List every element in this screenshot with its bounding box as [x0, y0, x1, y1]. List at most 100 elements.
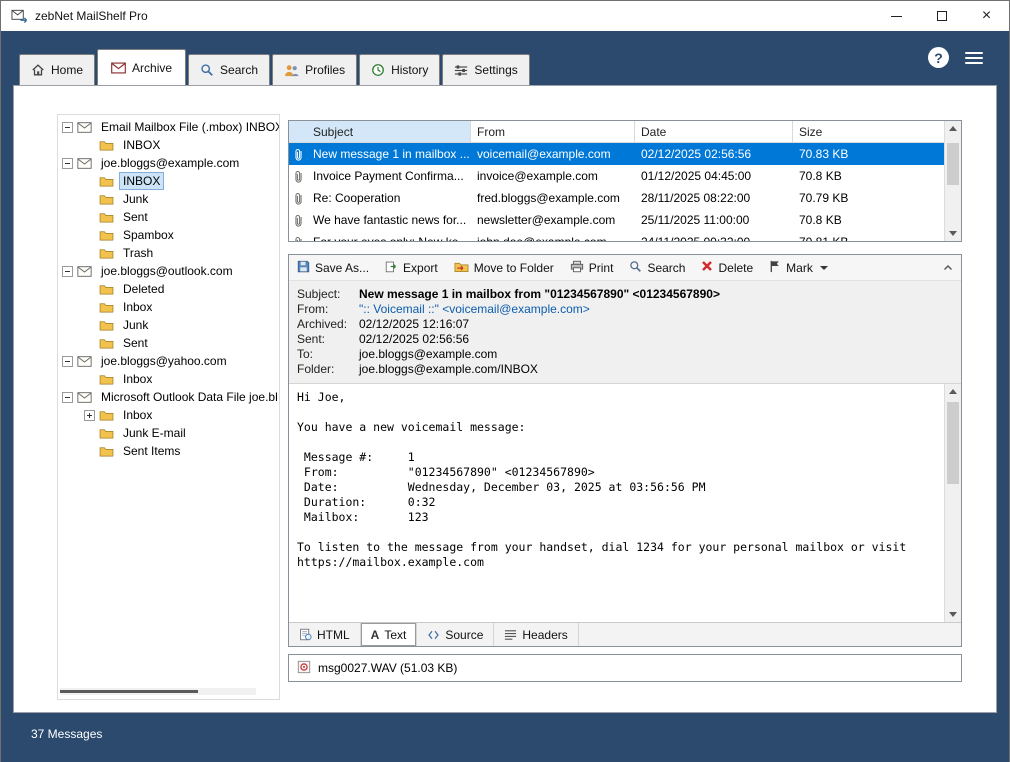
tree-folder-item[interactable]: Sent: [62, 334, 279, 352]
profiles-icon: [284, 64, 299, 77]
menu-button[interactable]: [965, 49, 983, 67]
scrollbar-thumb[interactable]: [947, 143, 959, 185]
message-date: 01/12/2025 04:45:00: [635, 169, 793, 183]
collapse-preview-button[interactable]: [943, 264, 953, 272]
tree-account-item[interactable]: joe.bloggs@outlook.com: [62, 262, 279, 280]
tab-archive-label: Archive: [132, 61, 172, 75]
collapse-box-icon[interactable]: [62, 356, 73, 367]
maximize-button[interactable]: [919, 1, 964, 31]
print-button[interactable]: Print: [570, 260, 614, 276]
tree-folder-item[interactable]: Spambox: [62, 226, 279, 244]
history-clock-icon: [371, 63, 385, 77]
close-button[interactable]: ×: [964, 1, 1009, 31]
tree-item-label: Trash: [119, 244, 157, 262]
delete-label: Delete: [718, 261, 753, 275]
hamburger-icon: [965, 52, 983, 54]
tree-item-label: Email Mailbox File (.mbox) INBOX: [97, 118, 280, 136]
tree-folder-item[interactable]: INBOX: [62, 136, 279, 154]
mail-account-icon: [77, 122, 94, 133]
message-list-main: Subject From Date Size New message 1 in …: [289, 121, 944, 241]
column-header-date[interactable]: Date: [635, 121, 793, 142]
collapse-box-icon[interactable]: [62, 122, 73, 133]
move-to-folder-button[interactable]: Move to Folder: [454, 260, 554, 276]
view-tab-source[interactable]: Source: [417, 623, 494, 646]
tree-folder-item[interactable]: Deleted: [62, 280, 279, 298]
tab-search[interactable]: Search: [188, 54, 270, 85]
titlebar: zebNet MailShelf Pro ×: [1, 1, 1009, 31]
folder-icon: [99, 211, 116, 223]
tab-profiles[interactable]: Profiles: [272, 54, 357, 85]
message-list-scrollbar[interactable]: [944, 121, 961, 241]
scrollbar-thumb[interactable]: [947, 402, 959, 484]
home-icon: [31, 63, 45, 77]
message-row[interactable]: Re: Cooperationfred.bloggs@example.com28…: [289, 187, 944, 209]
mail-account-icon: [77, 356, 94, 367]
column-header-from[interactable]: From: [471, 121, 635, 142]
column-header-subject[interactable]: Subject: [307, 121, 471, 142]
tree-account-item[interactable]: Email Mailbox File (.mbox) INBOX: [62, 118, 279, 136]
message-row[interactable]: New message 1 in mailbox ...voicemail@ex…: [289, 143, 944, 165]
expand-box-icon[interactable]: [84, 410, 95, 421]
message-from: john.doe@example.com: [471, 235, 635, 241]
attachment-paperclip-icon: [289, 236, 307, 242]
message-row[interactable]: For your eyes only: New ke...john.doe@ex…: [289, 231, 944, 241]
search-message-button[interactable]: Search: [629, 260, 685, 276]
tree-folder-item[interactable]: Sent Items: [62, 442, 279, 460]
field-value-from-link[interactable]: ":: Voicemail ::" <voicemail@example.com…: [359, 302, 590, 317]
column-header-size[interactable]: Size: [793, 121, 944, 142]
tree-folder-item[interactable]: Junk E-mail: [62, 424, 279, 442]
field-label-from: From:: [297, 302, 359, 317]
delete-button[interactable]: Delete: [701, 260, 753, 275]
printer-icon: [570, 260, 584, 276]
collapse-box-icon[interactable]: [62, 392, 73, 403]
collapse-box-icon[interactable]: [62, 266, 73, 277]
view-tab-headers-label: Headers: [522, 628, 567, 642]
tree-item-label: joe.bloggs@example.com: [97, 154, 243, 172]
folder-icon: [99, 319, 116, 331]
tab-home[interactable]: Home: [19, 54, 95, 85]
scroll-down-arrow-icon[interactable]: [949, 231, 957, 236]
view-tab-html[interactable]: HTML: [289, 623, 361, 646]
message-list-header: Subject From Date Size: [289, 121, 944, 143]
tree-folder-item[interactable]: Inbox: [62, 370, 279, 388]
message-row[interactable]: Invoice Payment Confirma...invoice@examp…: [289, 165, 944, 187]
scroll-up-arrow-icon[interactable]: [949, 389, 957, 394]
view-tab-text[interactable]: A Text: [361, 623, 418, 646]
message-row[interactable]: We have fantastic news for...newsletter@…: [289, 209, 944, 231]
attachment-name[interactable]: msg0027.WAV (51.03 KB): [318, 661, 457, 675]
column-header-attachment[interactable]: [289, 121, 307, 142]
tab-history[interactable]: History: [359, 54, 440, 85]
field-value-to: joe.bloggs@example.com: [359, 347, 497, 362]
minimize-button[interactable]: [874, 1, 919, 31]
view-tab-headers[interactable]: Headers: [494, 623, 578, 646]
tree-account-item[interactable]: Microsoft Outlook Data File joe.bl: [62, 388, 279, 406]
export-button[interactable]: Export: [385, 260, 438, 276]
tree-folder-item[interactable]: Sent: [62, 208, 279, 226]
tab-settings[interactable]: Settings: [442, 54, 529, 85]
tree-folder-item[interactable]: Inbox: [62, 298, 279, 316]
tree-horizontal-scrollbar[interactable]: [60, 688, 256, 695]
view-tab-text-label: Text: [384, 628, 406, 642]
scroll-down-arrow-icon[interactable]: [949, 612, 957, 617]
save-as-button[interactable]: Save As...: [297, 260, 369, 276]
tree-folder-item[interactable]: Inbox: [62, 406, 279, 424]
tree-folder-item[interactable]: Trash: [62, 244, 279, 262]
collapse-box-icon[interactable]: [62, 158, 73, 169]
message-from: voicemail@example.com: [471, 147, 635, 161]
tree-folder-item[interactable]: Junk: [62, 316, 279, 334]
message-body-scrollbar[interactable]: [944, 384, 961, 622]
message-date: 25/11/2025 11:00:00: [635, 213, 793, 227]
field-value-archived: 02/12/2025 12:16:07: [359, 317, 469, 332]
scrollbar-thumb[interactable]: [60, 690, 198, 693]
help-button[interactable]: ?: [928, 47, 949, 68]
tab-archive[interactable]: Archive: [97, 49, 186, 85]
tree-folder-item[interactable]: Junk: [62, 190, 279, 208]
tab-bar: Home Archive Search Profiles History Set…: [13, 31, 997, 85]
mark-button[interactable]: Mark: [769, 260, 828, 276]
scroll-up-arrow-icon[interactable]: [949, 126, 957, 131]
tree-folder-item[interactable]: INBOX: [62, 172, 279, 190]
message-list-body: New message 1 in mailbox ...voicemail@ex…: [289, 143, 944, 241]
tree-account-item[interactable]: joe.bloggs@example.com: [62, 154, 279, 172]
tab-bar-actions: ?: [928, 47, 983, 68]
tree-account-item[interactable]: joe.bloggs@yahoo.com: [62, 352, 279, 370]
